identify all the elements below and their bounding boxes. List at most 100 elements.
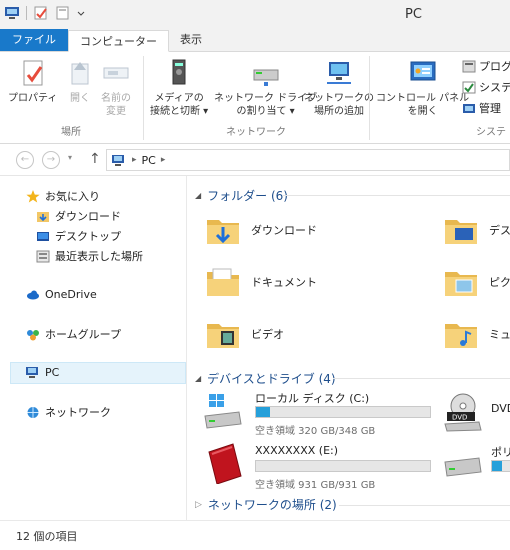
folder-pictures[interactable]: ピクチ — [443, 266, 510, 298]
control-panel-button[interactable]: コントロール パネル を開く — [376, 58, 469, 118]
drive-usage-bar — [491, 460, 510, 472]
music-folder-icon — [443, 318, 479, 350]
nav-item-network[interactable]: ネットワーク — [26, 404, 111, 420]
svg-text:DVD: DVD — [452, 414, 467, 422]
dvd-drive-icon: DVD — [443, 392, 483, 432]
drive-name: XXXXXXXX (E:) — [255, 444, 339, 457]
ribbon-group-label: 場所 — [61, 127, 81, 138]
navigation-pane: お気に入り ダウンロード デスクトップ 最近表示した場所 OneDrive ホー… — [0, 176, 186, 520]
drive-usage-fill — [492, 461, 502, 471]
nav-item-downloads[interactable]: ダウンロード — [36, 208, 121, 224]
drive-dvd[interactable]: DVD DVD — [443, 390, 510, 436]
section-divider — [339, 505, 510, 506]
media-connect-button[interactable]: メディアの 接続と切断 ▾ — [150, 58, 208, 118]
breadcrumb-pc[interactable]: PC — [142, 154, 156, 167]
recent-places-icon — [36, 250, 50, 263]
drive-usage-fill — [256, 407, 270, 417]
folder-documents[interactable]: ドキュメント — [205, 266, 317, 298]
nav-item-homegroup[interactable]: ホームグループ — [26, 326, 121, 342]
window-title: PC — [405, 7, 422, 22]
ribbon-group-location: プロパティ 開く 名前の 変更 場所 — [0, 52, 142, 144]
up-arrow-icon[interactable]: ↑ — [89, 151, 101, 167]
section-header-devices[interactable]: ◢ デバイスとドライブ (4) — [195, 370, 336, 387]
drive-free-space: 空き領域 931 GB/931 GB — [255, 480, 376, 491]
address-bar[interactable]: ▸ PC ▸ — [106, 149, 510, 171]
title-bar: PC — [0, 0, 510, 30]
properties-icon — [17, 58, 49, 88]
folder-desktop[interactable]: デス — [443, 214, 510, 246]
section-header-network-locations[interactable]: ▷ ネットワークの場所 (2) — [195, 496, 337, 513]
expand-caret-icon[interactable]: ▷ — [195, 500, 202, 510]
forward-button[interactable]: → — [42, 151, 60, 169]
desktop-folder-icon — [443, 214, 479, 246]
properties-icon[interactable] — [33, 6, 49, 20]
pictures-folder-icon — [443, 266, 479, 298]
nav-item-pc[interactable]: PC — [26, 366, 59, 379]
drive-name: ポリュ — [491, 446, 510, 459]
cloud-icon — [26, 288, 40, 301]
drive-name: ローカル ディスク (C:) — [255, 392, 370, 405]
homegroup-icon — [26, 328, 40, 341]
folder-music[interactable]: ミュー — [443, 318, 510, 350]
new-folder-icon[interactable] — [55, 6, 71, 20]
check-icon — [462, 81, 476, 94]
drive-volume[interactable]: ポリュ — [443, 440, 510, 486]
section-header-folders[interactable]: ◢ フォルダー (6) — [195, 187, 288, 204]
tab-computer[interactable]: コンピューター — [68, 30, 169, 52]
rename-icon — [100, 58, 132, 88]
drive-free-space: 空き領域 320 GB/348 GB — [255, 426, 376, 437]
download-folder-icon — [36, 210, 50, 223]
ribbon-tabs: ファイル コンピューター 表示 — [0, 29, 510, 52]
desktop-icon — [36, 230, 50, 243]
breadcrumb-chevron-icon[interactable]: ▸ — [161, 155, 166, 165]
open-button[interactable]: 開く — [64, 58, 96, 105]
drive-local-c[interactable]: ローカル ディスク (C:) 空き領域 320 GB/348 GB — [203, 390, 433, 437]
hard-drive-icon — [443, 452, 483, 482]
nav-item-desktop[interactable]: デスクトップ — [36, 228, 121, 244]
ribbon-group-network: メディアの 接続と切断 ▾ ネットワーク ドライブ の割り当て ▾ ネットワーク… — [144, 52, 374, 144]
windows-drive-icon — [203, 392, 243, 432]
tab-view[interactable]: 表示 — [169, 29, 213, 51]
chevron-down-icon[interactable] — [77, 6, 85, 20]
breadcrumb-chevron-icon[interactable]: ▸ — [132, 155, 137, 165]
tab-file[interactable]: ファイル — [0, 29, 68, 51]
media-server-icon — [163, 58, 195, 88]
back-button[interactable]: ← — [16, 151, 34, 169]
ribbon-group-system: コントロール パネル を開く プログラ システ 管理 システ — [370, 52, 510, 144]
network-location-icon — [323, 58, 355, 88]
section-divider — [333, 378, 510, 379]
manage-button[interactable]: 管理 — [462, 100, 501, 116]
nav-item-favorites[interactable]: お気に入り — [26, 188, 100, 204]
drive-name: DVD — [491, 402, 510, 415]
pc-icon — [111, 154, 127, 166]
rename-button[interactable]: 名前の 変更 — [100, 58, 132, 118]
nav-item-onedrive[interactable]: OneDrive — [26, 288, 97, 301]
drive-external-e[interactable]: XXXXXXXX (E:) 空き領域 931 GB/931 GB — [203, 440, 433, 491]
folder-videos[interactable]: ビデオ — [205, 318, 284, 350]
nav-item-recent-places[interactable]: 最近表示した場所 — [36, 248, 143, 264]
toolbar-divider — [26, 6, 27, 20]
drive-usage-bar — [255, 460, 431, 472]
external-drive-icon — [205, 442, 245, 485]
system-properties-button[interactable]: システ — [462, 79, 510, 95]
item-count: 12 個の項目 — [16, 530, 78, 543]
status-bar: 12 個の項目 — [0, 520, 510, 550]
properties-button[interactable]: プロパティ — [8, 58, 57, 105]
ribbon-group-label: システ — [476, 127, 506, 138]
pc-icon — [26, 366, 40, 379]
ribbon-group-label: ネットワーク — [226, 127, 286, 138]
quick-access-toolbar — [4, 6, 85, 20]
videos-folder-icon — [205, 318, 241, 350]
pc-icon[interactable] — [4, 6, 20, 20]
drive-usage-bar — [255, 406, 431, 418]
network-drive-icon — [250, 58, 282, 88]
recent-locations-dropdown[interactable]: ▾ — [68, 153, 72, 162]
add-network-location-button[interactable]: ネットワークの 場所の追加 — [304, 58, 374, 118]
network-icon — [26, 406, 40, 419]
folder-downloads[interactable]: ダウンロード — [205, 214, 317, 246]
map-network-drive-button[interactable]: ネットワーク ドライブ の割り当て ▾ — [214, 58, 317, 118]
collapse-caret-icon[interactable]: ◢ — [195, 374, 201, 383]
uninstall-programs-button[interactable]: プログラ — [462, 58, 510, 74]
section-divider — [283, 195, 510, 196]
collapse-caret-icon[interactable]: ◢ — [195, 191, 201, 200]
